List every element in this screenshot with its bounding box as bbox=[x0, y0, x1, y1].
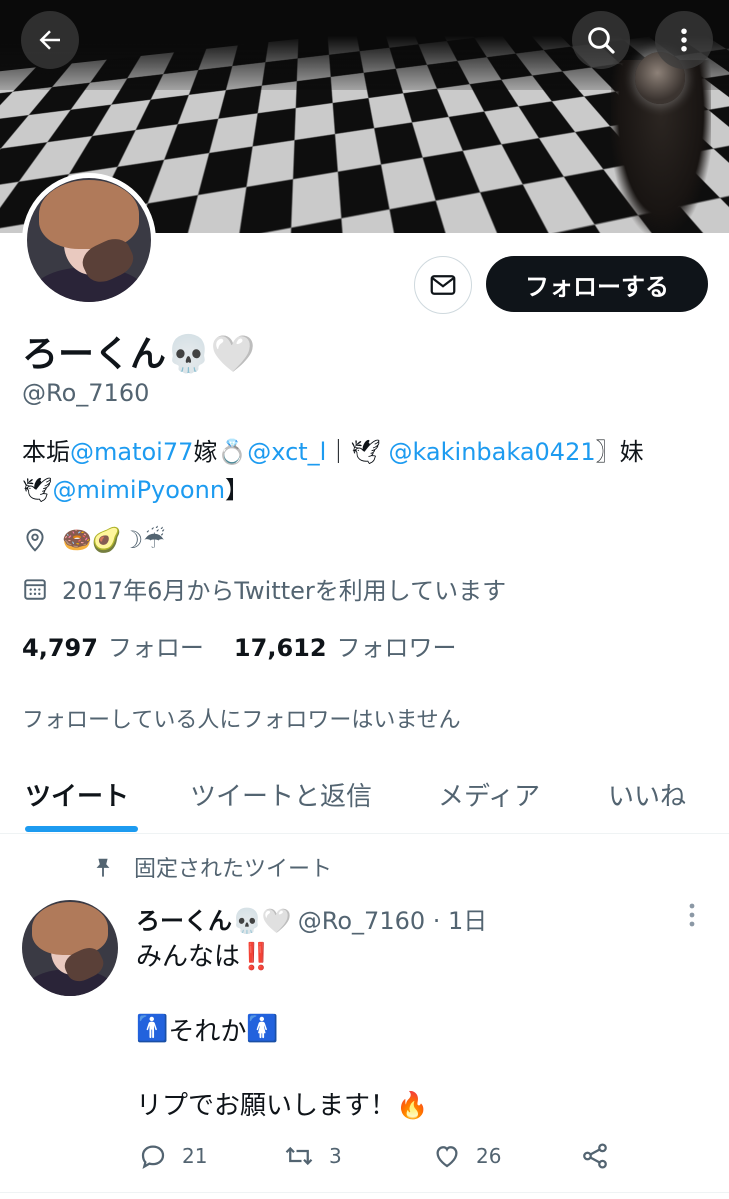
bio-text: ｜🕊 bbox=[326, 438, 389, 466]
share-icon bbox=[583, 1143, 607, 1169]
tweet-more-button[interactable] bbox=[680, 902, 704, 928]
follow-stats: 4,797 フォロー 17,612 フォロワー bbox=[22, 628, 457, 663]
divider bbox=[0, 1192, 729, 1193]
joined-text: 2017年6月からTwitterを利用しています bbox=[62, 577, 507, 605]
bio-text: 嫁💍 bbox=[193, 438, 248, 466]
message-button[interactable] bbox=[414, 256, 472, 314]
tweet-header: ろーくん💀🤍 @Ro_7160 · 1日 bbox=[136, 900, 487, 936]
profile-bio: 本垢@matoi77嫁💍@xct_l｜🕊 @kakinbaka0421〗妹 🕊@m… bbox=[22, 433, 712, 509]
followers-count: 17,612 bbox=[233, 634, 327, 662]
like-button[interactable]: 26 bbox=[432, 1138, 501, 1174]
display-name: ろーくん💀🤍 bbox=[22, 334, 256, 375]
tab-likes[interactable]: いいね bbox=[608, 755, 686, 833]
tweet-author-name[interactable]: ろーくん💀🤍 bbox=[136, 901, 292, 936]
tab-media[interactable]: メディア bbox=[438, 755, 540, 833]
following-label: フォロー bbox=[107, 634, 204, 662]
heart-icon bbox=[436, 1146, 458, 1168]
following-link[interactable]: 4,797 フォロー bbox=[22, 628, 204, 663]
more-vertical-icon bbox=[689, 903, 695, 927]
following-count: 4,797 bbox=[22, 634, 98, 662]
arrow-left-icon bbox=[39, 30, 60, 50]
share-button[interactable] bbox=[580, 1138, 624, 1174]
location-text: 🍩🥑☽☔ bbox=[62, 526, 165, 554]
bio-mention-link[interactable]: @matoi77 bbox=[70, 438, 193, 466]
pinned-label-text: 固定されたツイート bbox=[134, 857, 333, 882]
bio-text: 本垢 bbox=[22, 438, 70, 466]
tab-tweets[interactable]: ツイート bbox=[25, 755, 129, 833]
mens-room-icon: 🚹 bbox=[136, 1014, 169, 1044]
tweet-text: それか bbox=[168, 1016, 247, 1047]
bio-text: 〗妹 bbox=[595, 438, 644, 466]
followers-label: フォロワー bbox=[336, 634, 457, 662]
reply-count: 21 bbox=[182, 1144, 208, 1168]
tweet-text-line: リプでお願いします！🔥 bbox=[136, 1090, 429, 1121]
profile-avatar[interactable] bbox=[22, 173, 156, 307]
reply-button[interactable]: 21 bbox=[138, 1138, 207, 1174]
tweet-author-avatar[interactable] bbox=[22, 900, 118, 996]
location-pin-icon bbox=[26, 528, 44, 552]
search-button[interactable] bbox=[572, 11, 630, 69]
tab-tweets-and-replies[interactable]: ツイートと返信 bbox=[190, 755, 372, 833]
profile-joined-date: 2017年6月からTwitterを利用しています bbox=[22, 571, 506, 606]
user-handle: @Ro_7160 bbox=[22, 379, 150, 407]
pin-icon bbox=[96, 858, 110, 878]
more-options-button[interactable] bbox=[655, 11, 713, 69]
follow-button[interactable]: フォローする bbox=[486, 256, 708, 312]
bio-mention-link[interactable]: @mimiPyoonn bbox=[52, 476, 225, 504]
tweet-author-handle[interactable]: @Ro_7160 · 1日 bbox=[298, 901, 488, 936]
more-vertical-icon bbox=[681, 28, 687, 52]
tweet-text-line: みんなは‼️ bbox=[136, 941, 273, 972]
active-tab-indicator bbox=[25, 826, 138, 832]
like-count: 26 bbox=[476, 1144, 502, 1168]
mail-icon bbox=[430, 275, 456, 295]
retweet-button[interactable]: 3 bbox=[283, 1138, 342, 1174]
retweet-icon bbox=[285, 1146, 313, 1166]
bio-text: 】 bbox=[225, 476, 250, 504]
pinned-tweet-label: 固定されたツイート bbox=[92, 850, 332, 884]
reply-icon bbox=[141, 1145, 165, 1169]
back-button[interactable] bbox=[21, 11, 79, 69]
bio-mention-link[interactable]: @kakinbaka0421 bbox=[388, 438, 595, 466]
profile-location: 🍩🥑☽☔ bbox=[22, 526, 165, 554]
profile-tabs: ツイート ツイートと返信 メディア いいね bbox=[0, 755, 729, 834]
calendar-icon bbox=[24, 578, 46, 600]
mutuals-note: フォローしている人にフォロワーはいません bbox=[22, 708, 461, 733]
bio-mention-link[interactable]: @xct_l bbox=[247, 438, 326, 466]
womens-room-icon: 🚺 bbox=[246, 1014, 279, 1044]
tweet-text-line: 🚹 それか 🚺 bbox=[136, 1010, 279, 1048]
bio-text: 🕊 bbox=[22, 476, 53, 504]
followers-link[interactable]: 17,612 フォロワー bbox=[234, 628, 457, 663]
search-icon bbox=[588, 27, 615, 54]
retweet-count: 3 bbox=[329, 1144, 342, 1168]
